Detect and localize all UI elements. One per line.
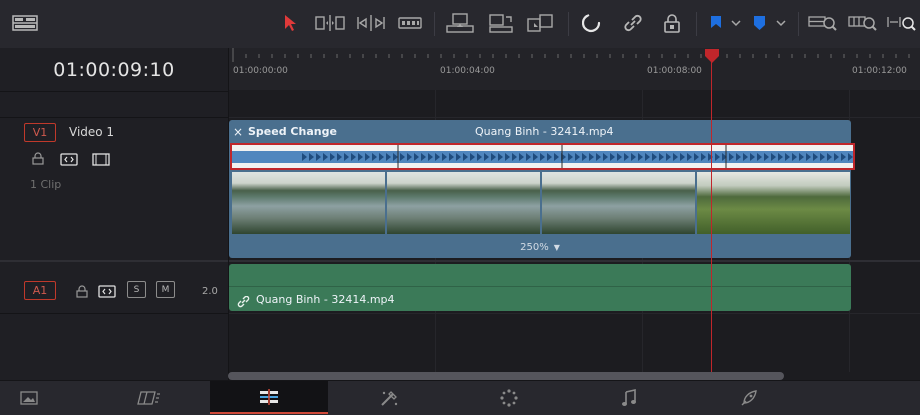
playhead-line[interactable] bbox=[711, 54, 712, 372]
timeline-ruler[interactable] bbox=[229, 48, 920, 91]
cut-page-icon bbox=[137, 390, 160, 405]
divider bbox=[0, 313, 228, 314]
speed-percentage-control[interactable]: 250% ▼ bbox=[229, 236, 851, 258]
speed-value: 250% bbox=[520, 241, 549, 253]
timeline-scrollbar[interactable] bbox=[228, 372, 784, 380]
ruler-tick-label: 01:00:00:00 bbox=[233, 66, 288, 76]
clip-thumbnail bbox=[232, 172, 385, 234]
video-clip-header: × Speed Change Quang Binh - 32414.mp4 bbox=[229, 121, 851, 141]
flag-icon[interactable] bbox=[708, 12, 742, 34]
auto-track-select-icon[interactable] bbox=[60, 151, 78, 170]
divider bbox=[229, 117, 920, 118]
ruler-tick-label: 01:00:08:00 bbox=[647, 66, 702, 76]
audio-track-badge[interactable]: A1 bbox=[24, 281, 56, 300]
audio-channel-divider bbox=[229, 286, 851, 287]
fusion-page-icon bbox=[381, 390, 398, 406]
toolbar-divider bbox=[568, 12, 569, 36]
audio-channels: 2.0 bbox=[202, 286, 218, 297]
video-track-badge[interactable]: V1 bbox=[24, 123, 56, 142]
overwrite-clip-icon[interactable] bbox=[488, 12, 514, 34]
mute-button[interactable]: M bbox=[156, 281, 175, 298]
fusion-page-button[interactable] bbox=[330, 381, 448, 414]
ruler-tick-label: 01:00:04:00 bbox=[440, 66, 495, 76]
zoom-detail-icon[interactable] bbox=[848, 12, 878, 34]
marker-icon[interactable] bbox=[752, 12, 788, 34]
lock-icon[interactable] bbox=[76, 283, 88, 302]
dynamic-trim-icon[interactable] bbox=[356, 12, 386, 34]
replace-clip-icon[interactable] bbox=[526, 12, 554, 34]
toolbar-divider bbox=[798, 12, 799, 36]
video-track-name[interactable]: Video 1 bbox=[69, 125, 114, 139]
toolbar-divider bbox=[434, 12, 435, 36]
timeline-toolbar bbox=[0, 0, 920, 49]
solo-button[interactable]: S bbox=[127, 281, 146, 298]
auto-track-select-icon[interactable] bbox=[98, 283, 116, 302]
cut-page-button[interactable] bbox=[90, 381, 208, 414]
snapping-icon[interactable] bbox=[582, 12, 602, 34]
video-thumbnails bbox=[232, 172, 850, 234]
edit-page-button[interactable] bbox=[210, 381, 328, 414]
selection-arrow-icon[interactable] bbox=[281, 12, 299, 34]
media-page-button[interactable] bbox=[0, 381, 88, 414]
video-clip-title: Quang Binh - 32414.mp4 bbox=[475, 125, 614, 138]
audio-clip-title: Quang Binh - 32414.mp4 bbox=[256, 293, 395, 306]
trim-edit-icon[interactable] bbox=[315, 12, 345, 34]
edit-page-icon bbox=[260, 388, 278, 405]
fairlight-page-icon bbox=[622, 388, 636, 406]
media-page-icon bbox=[20, 390, 38, 405]
track-header-panel bbox=[0, 48, 229, 380]
color-page-button[interactable] bbox=[450, 381, 568, 414]
video-clip-count: 1 Clip bbox=[30, 178, 62, 191]
divider bbox=[0, 117, 228, 118]
divider bbox=[0, 91, 228, 92]
lock-icon[interactable] bbox=[662, 12, 682, 34]
divider bbox=[229, 313, 920, 314]
zoom-full-icon[interactable] bbox=[808, 12, 838, 34]
link-icon[interactable] bbox=[622, 12, 644, 34]
speed-change-lane[interactable] bbox=[230, 143, 855, 170]
color-page-icon bbox=[500, 388, 518, 407]
clip-thumbnail bbox=[697, 172, 850, 234]
divider bbox=[0, 260, 228, 262]
deliver-page-button[interactable] bbox=[690, 381, 808, 414]
toolbar-divider bbox=[696, 12, 697, 36]
layout-icon[interactable] bbox=[12, 12, 38, 34]
divider bbox=[229, 260, 920, 262]
fairlight-page-button[interactable] bbox=[570, 381, 688, 414]
deliver-page-icon bbox=[741, 389, 757, 405]
speed-change-label: Speed Change bbox=[248, 125, 337, 138]
chevron-down-icon[interactable]: ▼ bbox=[554, 243, 560, 252]
zoom-custom-icon[interactable] bbox=[886, 12, 918, 34]
playhead-handle[interactable] bbox=[704, 48, 720, 68]
close-speed-change-icon[interactable]: × bbox=[233, 125, 243, 139]
disable-video-track-icon[interactable] bbox=[92, 151, 110, 170]
lock-icon[interactable] bbox=[32, 150, 44, 169]
blade-icon[interactable] bbox=[398, 12, 422, 34]
timecode-display[interactable]: 01:00:09:10 bbox=[0, 48, 228, 92]
clip-thumbnail bbox=[387, 172, 540, 234]
link-icon bbox=[237, 293, 250, 312]
insert-clip-icon[interactable] bbox=[446, 12, 474, 34]
clip-thumbnail bbox=[542, 172, 695, 234]
ruler-tick-label: 01:00:12:00 bbox=[852, 66, 907, 76]
